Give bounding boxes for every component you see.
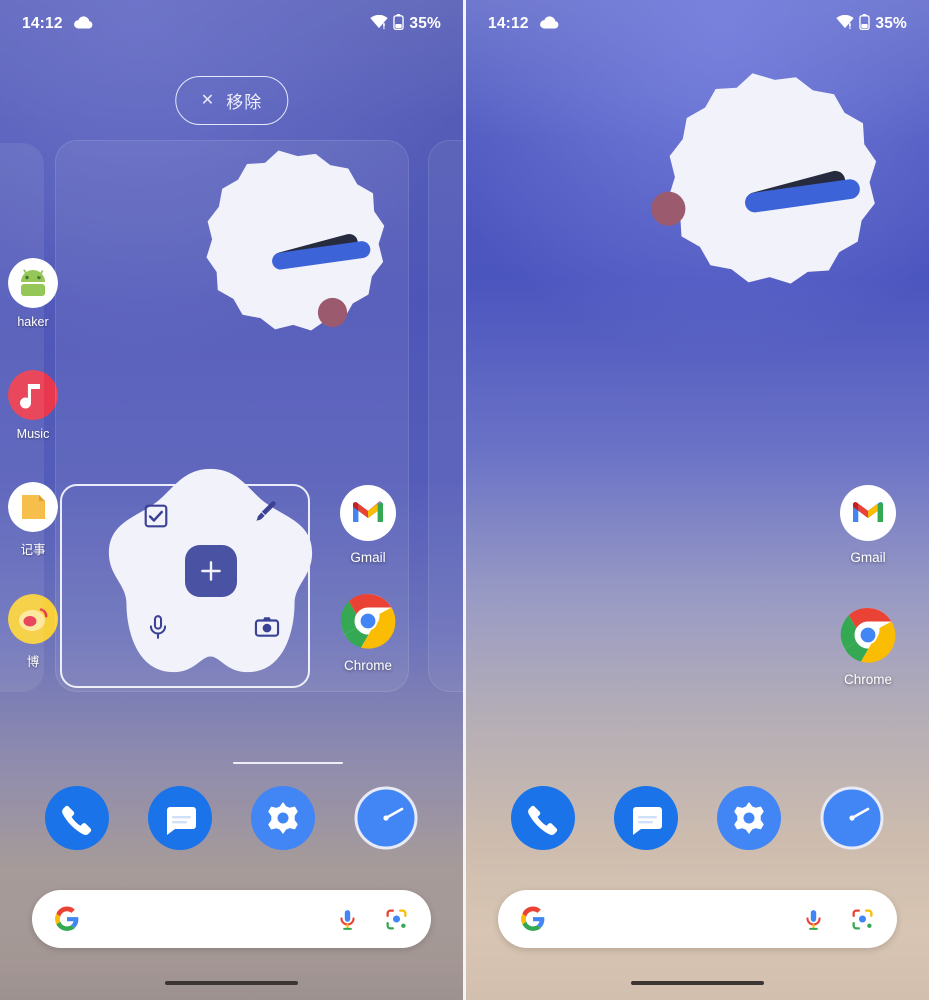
close-icon: ✕ — [200, 91, 216, 109]
google-search-bar[interactable] — [498, 890, 897, 948]
app-label: Chrome — [843, 672, 892, 687]
status-bar-clock: 14:12 — [22, 15, 63, 32]
google-search-bar[interactable] — [32, 890, 431, 948]
status-bar-left-group: 14:12 — [488, 15, 559, 33]
home-page-next-preview-card — [428, 140, 463, 692]
gmail-icon — [840, 485, 896, 541]
checkbox-icon[interactable] — [143, 503, 169, 529]
dock-item-clock[interactable] — [820, 786, 884, 850]
dock-item-messages[interactable] — [148, 786, 213, 850]
google-g-icon — [54, 906, 80, 932]
remove-button-label: 移除 — [226, 93, 263, 112]
dock-item-phone[interactable] — [511, 786, 576, 850]
gesture-home-pill[interactable] — [165, 981, 298, 985]
google-lens-icon[interactable] — [384, 907, 409, 932]
app-icon-gmail[interactable]: Gmail — [325, 485, 411, 565]
status-bar-right-group: 35% — [370, 14, 441, 34]
google-g-icon — [520, 906, 546, 932]
keep-widget-actions — [103, 463, 318, 678]
remove-widget-button[interactable]: ✕ 移除 — [174, 76, 289, 125]
analog-clock-widget[interactable] — [166, 146, 391, 371]
add-note-plus-icon[interactable] — [184, 544, 237, 597]
status-bar-right: 14:12 35% — [466, 0, 929, 48]
dock-item-messages[interactable] — [614, 786, 679, 850]
status-bar-clock: 14:12 — [488, 15, 529, 32]
navigation-bar-right — [466, 966, 929, 1000]
battery-percent: 35% — [875, 15, 907, 32]
camera-icon[interactable] — [254, 614, 280, 640]
battery-icon — [859, 14, 871, 34]
app-icon-gmail[interactable]: Gmail — [825, 485, 911, 565]
google-lens-icon[interactable] — [850, 907, 875, 932]
clock-face — [166, 146, 391, 371]
phone-screen-left-drag-mode: 14:12 35% ✕ 移除 haker Music 记事 博 Gmail Ch… — [0, 0, 463, 1000]
dock-item-phone[interactable] — [45, 786, 110, 850]
dock-item-settings[interactable] — [250, 786, 315, 850]
chrome-icon — [840, 607, 896, 663]
dual-screenshot-stage: 14:12 35% ✕ 移除 haker Music 记事 博 Gmail Ch… — [0, 0, 929, 1000]
gmail-icon — [340, 485, 396, 541]
mic-icon[interactable] — [801, 907, 826, 932]
status-bar-left-group: 14:12 — [22, 15, 93, 33]
wifi-warning-icon — [370, 14, 389, 33]
chrome-icon — [340, 593, 396, 649]
gesture-home-pill[interactable] — [631, 981, 764, 985]
app-icon-chrome[interactable]: Chrome — [325, 593, 411, 673]
analog-clock-widget[interactable] — [621, 68, 884, 331]
google-keep-widget[interactable] — [103, 463, 318, 678]
dock-item-clock[interactable] — [354, 786, 418, 850]
battery-percent: 35% — [409, 15, 441, 32]
adjacent-page-peek-column — [0, 143, 44, 692]
dock-item-settings[interactable] — [716, 786, 781, 850]
app-icon-chrome[interactable]: Chrome — [825, 607, 911, 687]
battery-icon — [393, 14, 405, 34]
wifi-warning-icon — [836, 14, 855, 33]
app-label: Gmail — [350, 550, 386, 565]
cloud-icon — [539, 15, 559, 33]
brush-icon[interactable] — [252, 499, 278, 525]
navigation-bar-left — [0, 966, 463, 1000]
status-bar-left: 14:12 35% — [0, 0, 463, 48]
page-indicator[interactable] — [233, 762, 343, 764]
app-label: Chrome — [343, 658, 392, 673]
dock-left — [0, 786, 463, 850]
mic-icon[interactable] — [145, 614, 171, 640]
app-label: Gmail — [850, 550, 886, 565]
status-bar-right-group: 35% — [836, 14, 907, 34]
cloud-icon — [73, 15, 93, 33]
dock-right — [466, 786, 929, 850]
clock-face — [621, 68, 884, 331]
phone-screen-right-normal: 14:12 35% Gmail Chrome — [466, 0, 929, 1000]
mic-icon[interactable] — [335, 907, 360, 932]
